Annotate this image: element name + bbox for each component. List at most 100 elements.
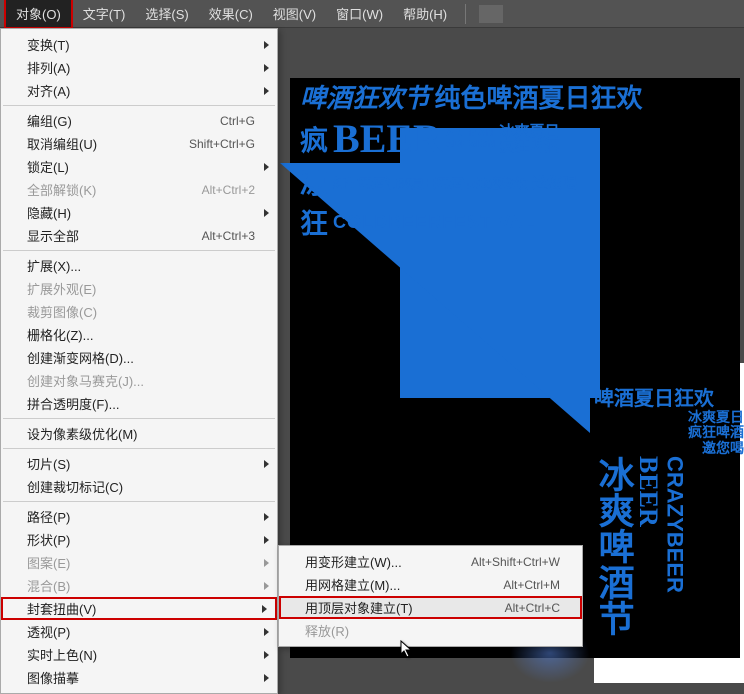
shortcut: Shift+Ctrl+G: [189, 137, 255, 151]
mi-unlock-all: 全部解锁(K) Alt+Ctrl+2: [1, 178, 277, 201]
mi-expand-appearance: 扩展外观(E): [1, 277, 277, 300]
chevron-right-icon: [264, 559, 269, 567]
label: 扩展外观(E): [27, 279, 96, 298]
txt: 纯色啤酒夏日狂欢: [434, 83, 642, 113]
label: 用变形建立(W)...: [305, 552, 402, 571]
mi-slice[interactable]: 切片(S): [1, 452, 277, 475]
chevron-right-icon: [264, 582, 269, 590]
txt: 疯狂啤酒: [499, 139, 559, 154]
menu-window[interactable]: 窗口(W): [326, 0, 393, 27]
mi-make-with-warp[interactable]: 用变形建立(W)...Alt+Shift+Ctrl+W: [279, 550, 582, 573]
shortcut: Alt+Ctrl+3: [202, 229, 255, 243]
poster-text-right: 啤酒夏日狂欢 冰爽夏日 疯狂啤酒 邀您喝 冰爽啤酒节 BEER CRAZYBEE…: [594, 388, 744, 656]
label: 创建对象马赛克(J)...: [27, 371, 144, 390]
txt: 冰爽夏日: [594, 410, 744, 425]
mi-align[interactable]: 对齐(A): [1, 79, 277, 102]
txt: 啤酒夏日狂欢: [594, 388, 744, 410]
txt: 冰爽夏日: [499, 124, 559, 139]
label: 形状(P): [27, 530, 70, 549]
chevron-right-icon: [262, 605, 267, 613]
shortcut: Alt+Ctrl+C: [505, 601, 560, 615]
chevron-right-icon: [264, 163, 269, 171]
txt: 邀您喝: [532, 172, 577, 193]
label: 变换(T): [27, 35, 70, 54]
mi-group[interactable]: 编组(G) Ctrl+G: [1, 109, 277, 132]
label: 图像描摹: [27, 668, 79, 687]
chevron-right-icon: [264, 460, 269, 468]
txt: 凉: [300, 162, 329, 202]
mi-path[interactable]: 路径(P): [1, 505, 277, 528]
label: 栅格化(Z)...: [27, 325, 93, 344]
txt: 邀您喝: [594, 441, 744, 456]
mi-gradient-mesh[interactable]: 创建渐变网格(D)...: [1, 346, 277, 369]
mi-pattern: 图案(E): [1, 551, 277, 574]
menubar: 对象(O) 文字(T) 选择(S) 效果(C) 视图(V) 窗口(W) 帮助(H…: [0, 0, 744, 28]
menu-view[interactable]: 视图(V): [263, 0, 326, 27]
menu-effect[interactable]: 效果(C): [199, 0, 263, 27]
poster-text: 啤酒狂欢节 纯色啤酒夏日狂欢 疯 BEER ARTMAN SDESIGN 冰爽夏…: [300, 78, 740, 278]
divider: [465, 4, 466, 24]
mi-ungroup[interactable]: 取消编组(U) Shift+Ctrl+G: [1, 132, 277, 155]
shortcut: Ctrl+G: [220, 114, 255, 128]
separator: [3, 448, 275, 449]
label: 扩展(X)...: [27, 256, 81, 275]
label: 释放(R): [305, 621, 349, 640]
chevron-right-icon: [264, 41, 269, 49]
chevron-right-icon: [264, 536, 269, 544]
chevron-right-icon: [264, 651, 269, 659]
label: 全部解锁(K): [27, 180, 96, 199]
mi-hide[interactable]: 隐藏(H): [1, 201, 277, 224]
label: 切片(S): [27, 454, 70, 473]
label: 取消编组(U): [27, 134, 97, 153]
mi-shape[interactable]: 形状(P): [1, 528, 277, 551]
mi-transform[interactable]: 变换(T): [1, 33, 277, 56]
label: 创建裁切标记(C): [27, 477, 123, 496]
object-dropdown: 变换(T) 排列(A) 对齐(A) 编组(G) Ctrl+G 取消编组(U) Shi…: [0, 28, 278, 694]
label: 编组(G): [27, 111, 72, 130]
txt: ARTMAN: [446, 128, 496, 139]
label: 透视(P): [27, 622, 70, 641]
mi-image-trace[interactable]: 图像描摹: [1, 666, 277, 689]
menu-select[interactable]: 选择(S): [135, 0, 198, 27]
chevron-right-icon: [264, 513, 269, 521]
mi-perspective[interactable]: 透视(P): [1, 620, 277, 643]
shortcut: Alt+Ctrl+2: [202, 183, 255, 197]
txt: CRAZYBEER: [662, 456, 686, 656]
mi-crop-image: 裁剪图像(C): [1, 300, 277, 323]
txt: 冰爽啤酒节: [594, 456, 634, 656]
mi-envelope-distort[interactable]: 封套扭曲(V): [1, 597, 277, 620]
txt: BEER: [333, 115, 442, 162]
label: 裁剪图像(C): [27, 302, 97, 321]
chevron-right-icon: [264, 674, 269, 682]
mi-rasterize[interactable]: 栅格化(Z)...: [1, 323, 277, 346]
mi-trim-marks[interactable]: 创建裁切标记(C): [1, 475, 277, 498]
label: 混合(B): [27, 576, 70, 595]
mi-arrange[interactable]: 排列(A): [1, 56, 277, 79]
label: 路径(P): [27, 507, 70, 526]
label: 封套扭曲(V): [27, 599, 96, 618]
mi-object-mosaic: 创建对象马赛克(J)...: [1, 369, 277, 392]
menu-help[interactable]: 帮助(H): [393, 0, 457, 27]
chevron-right-icon: [264, 628, 269, 636]
mi-live-paint[interactable]: 实时上色(N): [1, 643, 277, 666]
mi-show-all[interactable]: 显示全部 Alt+Ctrl+3: [1, 224, 277, 247]
separator: [3, 501, 275, 502]
mi-pixel-perfect[interactable]: 设为像素级优化(M): [1, 422, 277, 445]
mi-release: 释放(R): [279, 619, 582, 642]
label: 显示全部: [27, 226, 79, 245]
menu-object[interactable]: 对象(O): [4, 0, 73, 29]
label: 对齐(A): [27, 81, 70, 100]
mi-flatten-trans[interactable]: 拼合透明度(F)...: [1, 392, 277, 415]
mi-make-with-mesh[interactable]: 用网格建立(M)...Alt+Ctrl+M: [279, 573, 582, 596]
separator: [3, 418, 275, 419]
label: 锁定(L): [27, 157, 69, 176]
txt: 疯: [300, 119, 329, 159]
tool-icon[interactable]: [479, 5, 503, 23]
mi-make-with-top-object[interactable]: 用顶层对象建立(T)Alt+Ctrl+C: [279, 596, 582, 619]
label: 用网格建立(M)...: [305, 575, 400, 594]
txt: SDESIGN: [446, 139, 496, 150]
menu-text[interactable]: 文字(T): [73, 0, 136, 27]
mi-lock[interactable]: 锁定(L): [1, 155, 277, 178]
mi-expand[interactable]: 扩展(X)...: [1, 254, 277, 277]
label: 隐藏(H): [27, 203, 71, 222]
